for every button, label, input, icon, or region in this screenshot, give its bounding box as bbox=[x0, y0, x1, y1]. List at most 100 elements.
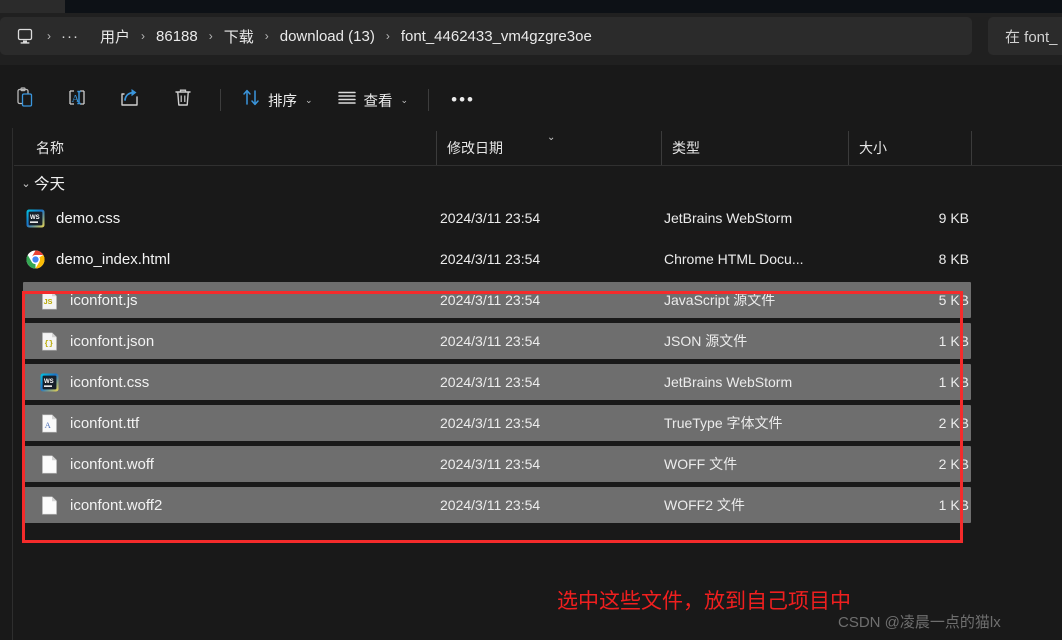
column-header-date[interactable]: 修改日期 ⌄ bbox=[436, 131, 661, 165]
trash-icon bbox=[173, 87, 193, 113]
file-type-cell: WOFF2 文件 bbox=[664, 497, 745, 513]
table-row[interactable]: Aiconfont.ttf 2024/3/11 23:54 TrueType 字体文… bbox=[23, 405, 971, 441]
file-size-cell: 2 KB bbox=[938, 415, 969, 431]
file-type-cell: Chrome HTML Docu... bbox=[664, 251, 804, 267]
table-row[interactable]: demo_index.html 2024/3/11 23:54 Chrome HTM… bbox=[14, 241, 1062, 277]
annotation-text: 选中这些文件，放到自己项目中 bbox=[557, 589, 851, 613]
file-name-label: iconfont.ttf bbox=[70, 414, 140, 432]
view-button[interactable]: 查看 ⌄ bbox=[331, 82, 415, 118]
breadcrumb-item-font-folder[interactable]: font_4462433_vm4gzgre3oe bbox=[395, 25, 598, 48]
table-row[interactable]: WS demo.css 2024/3/11 23:54 JetBrains WebSt… bbox=[14, 200, 1062, 236]
toolbar-divider bbox=[428, 89, 430, 111]
group-header-today[interactable]: ⌄ 今天 bbox=[14, 166, 1062, 200]
table-row[interactable]: iconfont.woff2 2024/3/11 23:54 WOFF2 文件 1 K… bbox=[23, 487, 971, 523]
search-input[interactable]: 在 font_ bbox=[988, 17, 1062, 55]
file-size-cell: 1 KB bbox=[938, 374, 969, 390]
breadcrumb[interactable]: › ··· 用户 › 86188 › 下载 › download (13) › … bbox=[0, 17, 972, 55]
breadcrumb-separator[interactable]: › bbox=[136, 29, 150, 43]
file-name-cell[interactable]: demo_index.html bbox=[26, 250, 170, 269]
monitor-icon[interactable] bbox=[12, 26, 38, 46]
file-date-cell: 2024/3/11 23:54 bbox=[440, 415, 541, 431]
ttf-file-icon: A bbox=[40, 413, 59, 433]
breadcrumb-overflow[interactable]: ··· bbox=[56, 28, 84, 45]
chevron-down-icon[interactable]: ⌄ bbox=[18, 177, 34, 190]
column-header-size-label: 大小 bbox=[859, 140, 887, 156]
file-date-cell: 2024/3/11 23:54 bbox=[440, 374, 541, 390]
file-date-cell: 2024/3/11 23:54 bbox=[440, 292, 541, 308]
file-name-label: iconfont.js bbox=[70, 291, 138, 309]
svg-text:JS: JS bbox=[44, 297, 53, 306]
chevron-down-icon: ⌄ bbox=[305, 94, 313, 105]
chrome-icon bbox=[26, 250, 45, 269]
file-name-cell[interactable]: JS iconfont.js bbox=[40, 290, 138, 310]
file-size-cell: 5 KB bbox=[938, 292, 969, 308]
breadcrumb-item-users[interactable]: 用户 bbox=[94, 23, 136, 50]
webstorm-icon: WS bbox=[40, 373, 59, 392]
js-file-icon: JS bbox=[40, 290, 59, 310]
webstorm-icon: WS bbox=[26, 209, 45, 228]
command-bar: A 排序 ⌄ 查看 ⌄ ••• bbox=[0, 72, 1062, 128]
sort-label: 排序 bbox=[268, 93, 297, 110]
column-header-name[interactable]: 名称 bbox=[26, 131, 436, 165]
file-type-cell: TrueType 字体文件 bbox=[664, 415, 783, 431]
file-rows: WS demo.css 2024/3/11 23:54 JetBrains WebSt… bbox=[14, 200, 1062, 523]
paste-button[interactable] bbox=[8, 82, 48, 118]
sort-indicator-icon: ⌄ bbox=[547, 132, 556, 143]
json-file-icon: {} bbox=[40, 331, 59, 351]
file-name-cell[interactable]: iconfont.woff bbox=[40, 454, 154, 474]
breadcrumb-separator[interactable]: › bbox=[42, 29, 56, 43]
blank-file-icon bbox=[40, 495, 59, 515]
file-size-cell: 1 KB bbox=[938, 333, 969, 349]
delete-button[interactable] bbox=[166, 82, 206, 118]
breadcrumb-item-86188[interactable]: 86188 bbox=[150, 25, 204, 48]
breadcrumb-separator[interactable]: › bbox=[204, 29, 218, 43]
file-name-cell[interactable]: {} iconfont.json bbox=[40, 331, 155, 351]
blank-file-icon bbox=[40, 454, 59, 474]
table-row[interactable]: iconfont.woff 2024/3/11 23:54 WOFF 文件 2 KB bbox=[23, 446, 971, 482]
file-type-cell: JetBrains WebStorm bbox=[664, 374, 793, 390]
svg-text:A: A bbox=[45, 420, 52, 430]
file-list: ⌄ 今天 WS demo.css 2024/3/11 23:54 JetBrains … bbox=[14, 166, 1062, 566]
file-type-cell: JavaScript 源文件 bbox=[664, 292, 776, 308]
file-date-cell: 2024/3/11 23:54 bbox=[440, 456, 541, 472]
paste-icon bbox=[15, 87, 35, 113]
column-header-type-label: 类型 bbox=[672, 140, 700, 156]
file-size-cell: 9 KB bbox=[938, 210, 969, 226]
file-name-label: iconfont.css bbox=[70, 373, 150, 391]
table-row[interactable]: JS iconfont.js 2024/3/11 23:54 JavaScript 源… bbox=[23, 282, 971, 318]
file-type-cell: JetBrains WebStorm bbox=[664, 210, 793, 226]
breadcrumb-item-download13[interactable]: download (13) bbox=[274, 25, 381, 48]
group-header-label: 今天 bbox=[34, 176, 66, 193]
file-explorer-window: › ··· 用户 › 86188 › 下载 › download (13) › … bbox=[0, 0, 1062, 640]
breadcrumb-separator[interactable]: › bbox=[260, 29, 274, 43]
breadcrumb-item-downloads[interactable]: 下载 bbox=[218, 23, 260, 50]
sort-button[interactable]: 排序 ⌄ bbox=[235, 82, 319, 118]
column-header-size[interactable]: 大小 bbox=[848, 131, 971, 165]
svg-text:{}: {} bbox=[44, 340, 53, 348]
chevron-down-icon: ⌄ bbox=[400, 94, 409, 105]
view-label: 查看 bbox=[363, 93, 393, 110]
file-name-cell[interactable]: iconfont.woff2 bbox=[40, 495, 162, 515]
file-name-cell[interactable]: WS iconfont.css bbox=[40, 373, 149, 392]
more-options-button[interactable]: ••• bbox=[443, 82, 483, 118]
column-header-spare[interactable] bbox=[971, 131, 1062, 165]
tab-strip-active-area[interactable] bbox=[65, 0, 1062, 13]
table-row[interactable]: {} iconfont.json 2024/3/11 23:54 JSON 源文件 1 … bbox=[23, 323, 971, 359]
toolbar-divider bbox=[220, 89, 221, 111]
file-size-cell: 1 KB bbox=[938, 497, 969, 513]
file-date-cell: 2024/3/11 23:54 bbox=[440, 251, 541, 267]
tab-strip bbox=[0, 0, 1062, 13]
file-name-label: iconfont.json bbox=[70, 332, 155, 350]
file-size-cell: 2 KB bbox=[938, 456, 969, 472]
table-row[interactable]: WS iconfont.css 2024/3/11 23:54 JetBrains W… bbox=[23, 364, 971, 400]
address-bar: › ··· 用户 › 86188 › 下载 › download (13) › … bbox=[0, 13, 1062, 65]
rename-button[interactable]: A bbox=[60, 82, 101, 118]
share-icon bbox=[119, 87, 141, 113]
column-header-type[interactable]: 类型 bbox=[661, 131, 848, 165]
share-button[interactable] bbox=[113, 82, 154, 118]
file-name-cell[interactable]: WS demo.css bbox=[26, 209, 120, 228]
breadcrumb-separator[interactable]: › bbox=[381, 29, 395, 43]
file-name-label: demo_index.html bbox=[56, 250, 171, 268]
file-name-cell[interactable]: Aiconfont.ttf bbox=[40, 413, 140, 433]
svg-text:WS: WS bbox=[30, 215, 40, 221]
